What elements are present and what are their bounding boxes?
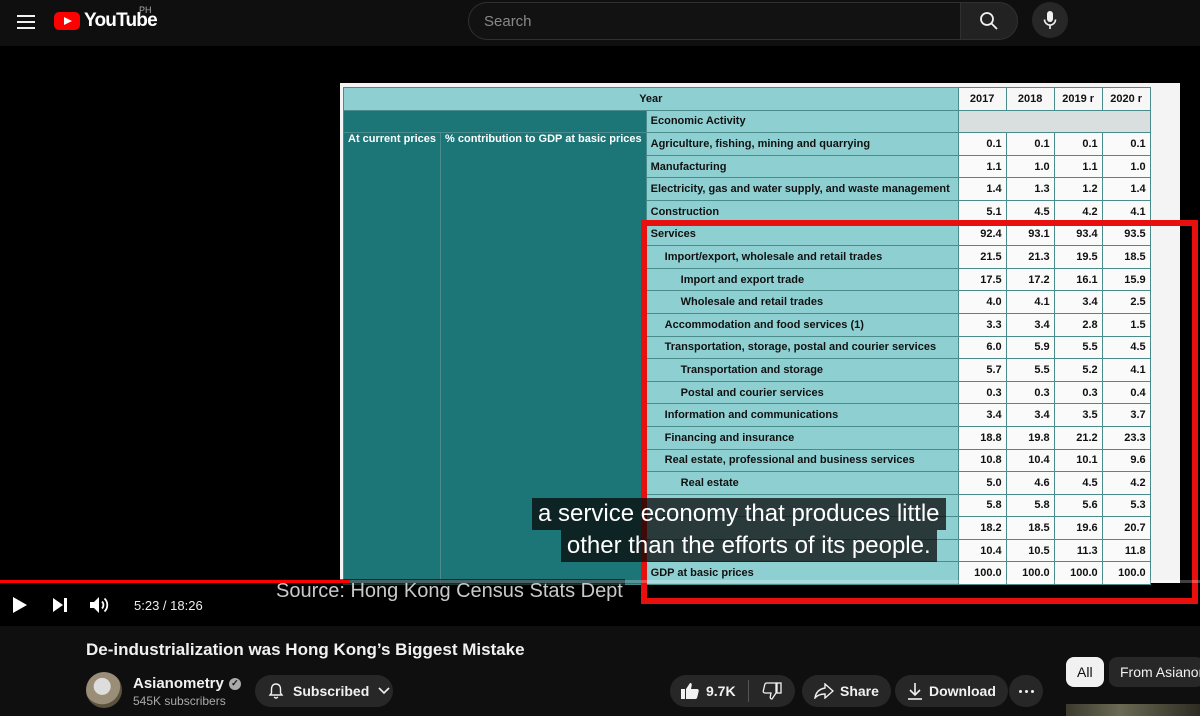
download-label: Download	[929, 683, 996, 699]
table-cell: 1.4	[957, 177, 1007, 201]
video-player[interactable]: Year 2017 2018 2019 r 2020 r Economic Activit…	[0, 46, 1200, 626]
table-cell: 1.0	[1005, 154, 1055, 179]
search-icon	[980, 12, 998, 30]
thumbs-down-icon	[762, 682, 782, 700]
caption-line-2: other than the efforts of its people.	[560, 530, 937, 562]
chip-all[interactable]: All	[1066, 657, 1104, 687]
youtube-play-icon	[54, 12, 80, 30]
thumbs-up-icon	[681, 683, 699, 699]
dislike-button[interactable]	[749, 675, 795, 707]
row-label: Manufacturing	[645, 154, 959, 179]
more-actions-button[interactable]	[1009, 675, 1043, 707]
year-column-header: 2018	[1005, 87, 1055, 111]
table-row: Economic Activity	[343, 109, 1151, 134]
chevron-down-icon	[378, 687, 390, 695]
more-dot-icon	[1030, 689, 1034, 693]
volume-button[interactable]	[80, 587, 120, 623]
top-bar: YouTube PH	[0, 0, 1200, 46]
like-count: 9.7K	[706, 683, 736, 699]
row-label: Agriculture, fishing, mining and quarryi…	[645, 132, 959, 156]
bell-icon	[268, 683, 284, 699]
at-current-prices-label: At current prices	[342, 132, 442, 586]
menu-icon[interactable]	[8, 4, 44, 40]
table-cell: 1.2	[1053, 177, 1103, 201]
microphone-icon	[1043, 11, 1057, 29]
table-cell: 0.1	[1053, 132, 1103, 156]
table-cell: 1.3	[1005, 177, 1055, 201]
search-bar	[468, 2, 1018, 40]
share-icon	[814, 683, 834, 699]
volume-icon	[90, 597, 109, 613]
download-icon	[908, 683, 922, 700]
year-column-header: 2020 r	[1101, 87, 1151, 111]
table-row: At current prices% contribution to GDP a…	[342, 132, 1151, 586]
subscriber-count: 545K subscribers	[133, 694, 226, 708]
table-blank-cell	[957, 109, 1151, 134]
channel-name-text[interactable]: Asianometry	[133, 675, 224, 692]
table-cell: 0.1	[957, 132, 1007, 156]
download-button[interactable]: Download	[895, 675, 1008, 707]
subscribed-label: Subscribed	[293, 683, 370, 699]
search-input[interactable]	[468, 2, 960, 40]
voice-search-button[interactable]	[1032, 2, 1068, 38]
channel-name[interactable]: Asianometry ✓	[133, 675, 241, 692]
more-dot-icon	[1018, 689, 1022, 693]
next-icon	[53, 598, 67, 612]
more-dot-icon	[1024, 689, 1028, 693]
player-controls: 5:23 / 18:26	[0, 586, 1200, 624]
search-button[interactable]	[960, 2, 1018, 40]
row-label: Electricity, gas and water supply, and w…	[645, 177, 959, 201]
year-header: Year	[343, 87, 959, 111]
recommended-thumbnail[interactable]	[1066, 704, 1200, 716]
time-display: 5:23 / 18:26	[134, 597, 203, 613]
table-cell: 1.1	[1053, 154, 1103, 179]
like-dislike-bar: 9.7K	[670, 675, 795, 707]
progress-bar[interactable]	[0, 580, 1200, 583]
progress-fill	[0, 580, 351, 583]
year-column-header: 2019 r	[1053, 87, 1103, 111]
table-cell: 1.0	[1101, 154, 1151, 179]
share-button[interactable]: Share	[802, 675, 891, 707]
table-cell: 0.1	[1101, 132, 1151, 156]
caption-line-1: a service economy that produces little	[532, 498, 946, 530]
table-cell: 1.1	[957, 154, 1007, 179]
table-blank-cell	[343, 109, 647, 134]
subtitle-caption: a service economy that produces little o…	[532, 498, 946, 562]
play-button[interactable]	[0, 587, 40, 623]
play-icon	[13, 597, 27, 613]
country-code: PH	[139, 5, 152, 15]
table-cell: 0.1	[1005, 132, 1055, 156]
table-header-row: Year 2017 2018 2019 r 2020 r	[343, 87, 1151, 111]
next-button[interactable]	[40, 587, 80, 623]
verified-icon: ✓	[228, 677, 241, 690]
like-button[interactable]: 9.7K	[670, 675, 748, 707]
share-label: Share	[840, 683, 879, 699]
economic-activity-header: Economic Activity	[645, 109, 959, 134]
table-cell: 1.4	[1101, 177, 1151, 201]
chip-from-channel[interactable]: From Asianometry	[1109, 657, 1200, 687]
video-title: De-industrialization was Hong Kong’s Big…	[86, 640, 525, 659]
year-column-header: 2017	[957, 87, 1007, 111]
channel-avatar[interactable]	[86, 672, 122, 708]
subscribed-button[interactable]: Subscribed	[255, 675, 393, 707]
